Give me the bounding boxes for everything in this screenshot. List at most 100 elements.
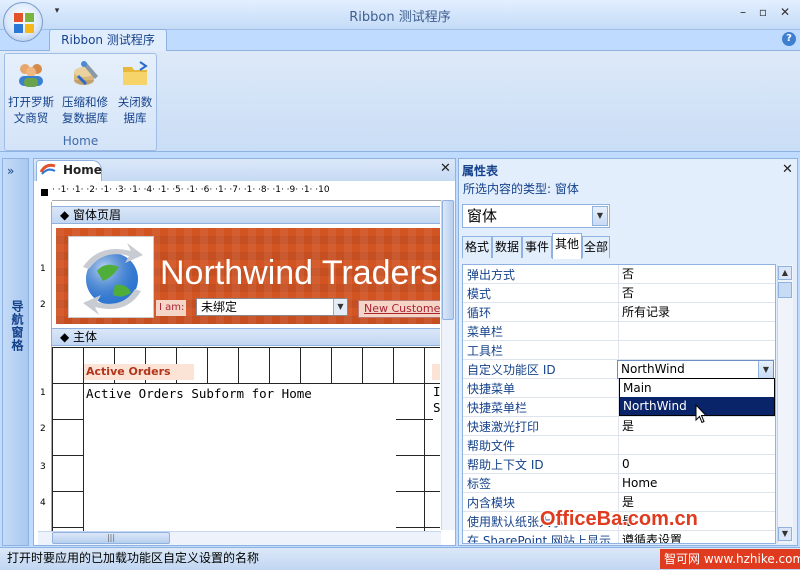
minimize-button[interactable]: – <box>734 5 752 21</box>
chevron-down-icon[interactable]: ▼ <box>592 206 608 226</box>
vruler-mark: 2 <box>40 424 46 434</box>
property-name: 菜单栏 <box>467 325 504 339</box>
property-name: 帮助上下文 ID <box>467 458 544 472</box>
property-row[interactable]: 工具栏 <box>463 341 775 360</box>
compact-repair-icon <box>70 60 100 88</box>
dropdown-option-main[interactable]: Main <box>620 379 774 397</box>
detail-section-label: 主体 <box>73 330 98 344</box>
scroll-up-icon[interactable]: ▲ <box>778 266 792 280</box>
northwind-logo[interactable] <box>68 236 154 318</box>
compact-repair-label-1: 压缩和修 <box>62 95 108 109</box>
open-northwind-label-2: 文商贸 <box>13 111 49 125</box>
vertical-ruler: 1 2 1 2 3 4 <box>36 202 52 532</box>
people-icon <box>16 60 46 88</box>
property-value[interactable] <box>618 436 775 455</box>
watermark-officeba: OfficeBa.com.cn <box>540 508 698 530</box>
vruler-mark: 2 <box>40 300 46 310</box>
restore-button[interactable]: ▫ <box>754 5 772 21</box>
property-name: 循环 <box>467 306 492 320</box>
property-name: 标签 <box>467 477 492 491</box>
vruler-mark: 1 <box>40 264 46 274</box>
nav-expand-icon[interactable]: » <box>7 164 14 178</box>
open-northwind-button[interactable]: 打开罗斯 文商贸 <box>6 56 56 134</box>
office-button[interactable] <box>3 2 43 42</box>
property-name: 模式 <box>467 287 492 301</box>
property-value[interactable]: Home <box>618 474 775 493</box>
form-selector[interactable] <box>38 186 50 198</box>
property-row[interactable]: 弹出方式 否 <box>463 265 775 284</box>
employee-combo[interactable]: 未绑定 ▼ <box>196 298 348 316</box>
property-value[interactable] <box>618 341 775 360</box>
property-row[interactable]: 标签 Home <box>463 474 775 493</box>
property-name: 快捷菜单 <box>467 382 516 396</box>
property-row[interactable]: 帮助上下文 ID 0 <box>463 455 775 474</box>
property-row[interactable]: 模式 否 <box>463 284 775 303</box>
ribbon-group-label: Home <box>62 134 99 148</box>
scroll-down-icon[interactable]: ▼ <box>778 527 792 541</box>
document-vscroll-thumb[interactable] <box>442 200 454 320</box>
property-value[interactable]: 否 <box>618 284 775 303</box>
tab-event[interactable]: 事件 <box>522 236 552 258</box>
property-name: 快速激光打印 <box>467 420 540 434</box>
tab-all[interactable]: 全部 <box>582 236 610 258</box>
property-row[interactable]: 在 SharePoint 网站上显示 遵循表设置 <box>463 531 775 544</box>
property-name: 弹出方式 <box>467 268 516 282</box>
object-selector[interactable]: 窗体 ▼ <box>462 204 610 228</box>
close-database-button[interactable]: 关闭数 据库 <box>110 56 160 134</box>
property-row[interactable]: 帮助文件 <box>463 436 775 455</box>
banner-title: Northwind Traders <box>160 254 438 292</box>
document-close-icon[interactable]: ✕ <box>440 161 451 176</box>
ribbon-id-value: NorthWind <box>621 362 685 376</box>
close-database-label-1: 关闭数 <box>117 95 153 109</box>
detail-section[interactable]: ◆ 主体 <box>52 328 440 346</box>
close-button[interactable]: ✕ <box>776 5 794 21</box>
horizontal-ruler: · ·1· ·1· ·2· ·1· ·3· ·1· ·4· ·1· ·5· ·1… <box>52 185 442 201</box>
nav-pane-label[interactable]: 导航窗格 <box>4 300 26 352</box>
property-name: 在 SharePoint 网站上显示 <box>467 534 612 544</box>
compact-repair-button[interactable]: 压缩和修 复数据库 <box>60 56 110 134</box>
property-value[interactable]: 遵循表设置 <box>618 531 775 543</box>
active-orders-subform[interactable]: Active Orders Subform for Home <box>84 384 396 532</box>
form-header-section[interactable]: ◆ 窗体页眉 <box>52 206 440 224</box>
mouse-cursor-icon <box>695 403 708 424</box>
document-hscroll-thumb[interactable]: ||| <box>52 532 170 544</box>
property-row[interactable]: 菜单栏 <box>463 322 775 341</box>
window-title: Ribbon 测试程序 <box>349 10 451 25</box>
property-sheet-title: 属性表 <box>462 164 499 178</box>
i-am-label: I am: <box>156 300 186 316</box>
property-row[interactable]: 快速激光打印是 <box>463 417 775 436</box>
header-banner: Northwind Traders I am: 未绑定 ▼ New Custom… <box>56 228 440 324</box>
property-value[interactable]: 否 <box>618 265 775 284</box>
property-value[interactable]: 0 <box>618 455 775 474</box>
vruler-mark: 1 <box>40 388 46 398</box>
chevron-down-icon[interactable]: ▼ <box>333 299 347 315</box>
property-sheet-close-icon[interactable]: ✕ <box>782 162 793 177</box>
second-label-edge[interactable] <box>432 364 440 380</box>
tab-other[interactable]: 其他 <box>552 233 582 259</box>
property-row[interactable]: 循环 所有记录 <box>463 303 775 322</box>
employee-combo-value: 未绑定 <box>201 300 238 314</box>
property-name: 工具栏 <box>467 344 504 358</box>
property-value[interactable]: 所有记录 <box>618 303 775 322</box>
navigation-pane[interactable] <box>2 158 29 546</box>
watermark-hzhike: 智可网 www.hzhike.com <box>660 549 800 569</box>
active-orders-label[interactable]: Active Orders <box>84 364 194 380</box>
open-northwind-label-1: 打开罗斯 <box>8 95 54 109</box>
property-scrollbar[interactable] <box>777 265 793 543</box>
tab-data[interactable]: 数据 <box>492 236 522 258</box>
ribbon-id-combo[interactable]: NorthWind ▼ <box>617 360 774 379</box>
tab-format[interactable]: 格式 <box>462 236 492 258</box>
chevron-down-icon[interactable]: ▼ <box>758 361 773 378</box>
folder-icon <box>120 60 150 88</box>
vruler-mark: 3 <box>40 462 46 472</box>
vruler-mark: 4 <box>40 498 46 508</box>
help-icon[interactable]: ? <box>782 32 796 46</box>
compact-repair-label-2: 复数据库 <box>62 111 108 125</box>
second-subform-edge[interactable]: I S <box>433 384 441 424</box>
property-name: 快捷菜单栏 <box>467 401 528 415</box>
close-database-label-2: 据库 <box>123 111 147 125</box>
ribbon-tab-main[interactable]: Ribbon 测试程序 <box>49 29 167 51</box>
property-value[interactable] <box>618 322 775 341</box>
property-scroll-thumb[interactable] <box>778 282 792 298</box>
new-customer-button[interactable]: New Customer <box>358 300 440 318</box>
